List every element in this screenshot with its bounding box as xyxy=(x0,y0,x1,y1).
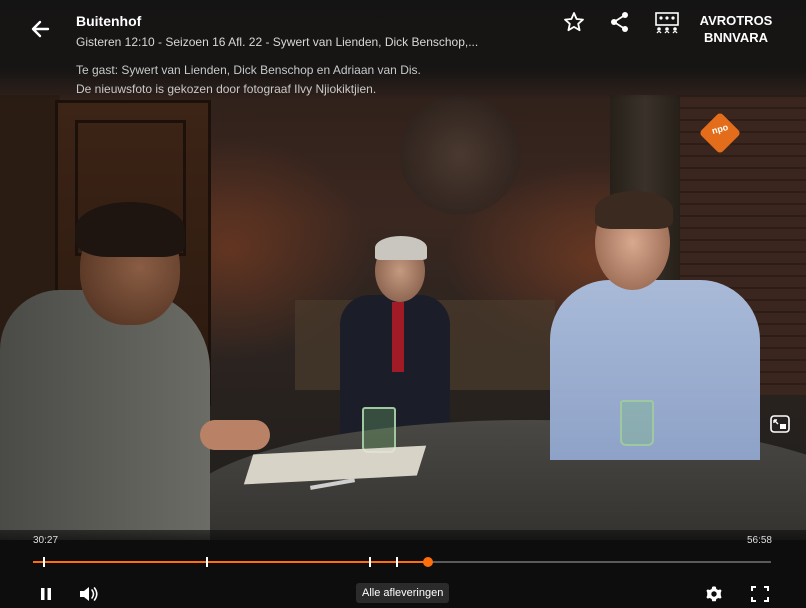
back-button[interactable] xyxy=(28,16,54,42)
picture-in-picture-icon xyxy=(770,415,790,433)
volume-icon xyxy=(80,587,98,601)
star-icon xyxy=(564,12,584,32)
progress-thumb[interactable] xyxy=(422,557,433,567)
water-glass xyxy=(620,400,654,446)
chapter-marker[interactable] xyxy=(42,557,45,567)
guest-right xyxy=(550,191,760,460)
episode-subtitle: Gisteren 12:10 - Seizoen 16 Afl. 22 - Sy… xyxy=(76,35,479,49)
chapter-marker[interactable] xyxy=(206,557,209,567)
broadcaster-line2: BNNVARA xyxy=(703,30,769,45)
share-button[interactable] xyxy=(608,10,632,34)
water-glass xyxy=(362,407,396,453)
favorite-button[interactable] xyxy=(562,10,586,34)
total-time: 56:58 xyxy=(746,535,772,546)
settings-icon xyxy=(706,586,722,602)
background-photo xyxy=(400,95,520,215)
settings-button[interactable] xyxy=(704,585,724,603)
volume-button[interactable] xyxy=(78,585,100,603)
picture-in-picture-button[interactable] xyxy=(768,412,792,436)
pause-button[interactable] xyxy=(36,585,56,603)
sign-language-icon xyxy=(655,12,679,34)
program-title: Buitenhof xyxy=(76,13,142,29)
pause-icon xyxy=(41,588,51,600)
episode-description: Te gast: Sywert van Lienden, Dick Bensch… xyxy=(76,63,421,96)
sign-language-button[interactable] xyxy=(654,10,680,34)
progress-track[interactable] xyxy=(33,557,771,567)
fullscreen-icon xyxy=(751,586,769,602)
broadcaster-label: AVROTROS BNNVARA xyxy=(688,12,784,46)
share-icon xyxy=(611,12,628,32)
all-episodes-button[interactable]: Alle afleveringen xyxy=(356,583,450,603)
fullscreen-button[interactable] xyxy=(750,585,770,603)
chapter-marker[interactable] xyxy=(368,557,371,567)
current-time: 30:27 xyxy=(33,535,59,546)
broadcaster-line1: AVROTROS xyxy=(699,13,773,28)
back-arrow-icon xyxy=(31,20,50,38)
chapter-marker[interactable] xyxy=(396,557,399,567)
host-left xyxy=(0,202,270,540)
